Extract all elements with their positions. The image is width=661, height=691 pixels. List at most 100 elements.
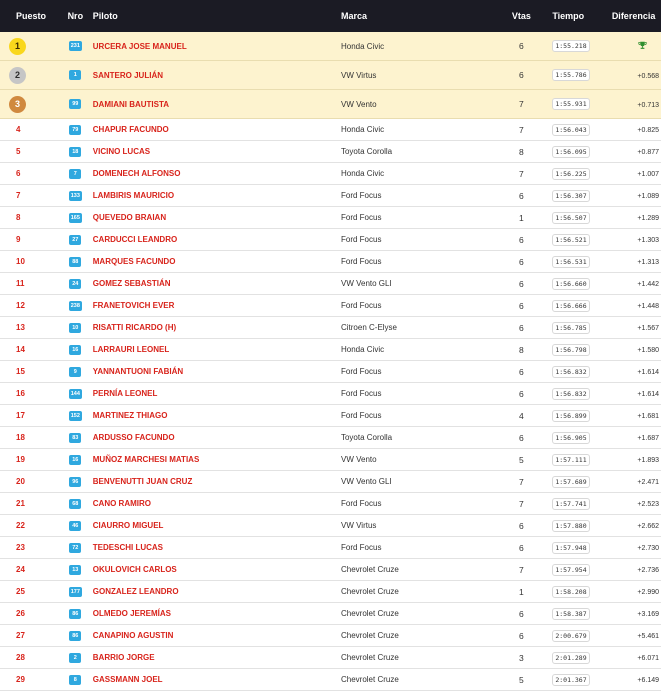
position-cell: 5: [0, 147, 58, 156]
lap-time: 1:56.660: [552, 277, 590, 290]
table-row[interactable]: 13 10 RISATTI RICARDO (H) Citroen C-Elyse 6 1…: [0, 317, 661, 339]
trophy-icon: [638, 41, 647, 52]
table-row[interactable]: 6 7 DOMENECH ALFONSO Honda Civic 7 1:56.225 +1…: [0, 163, 661, 185]
table-row[interactable]: 11 24 GOMEZ SEBASTIÁN VW Vento GLI 6 1:56.660…: [0, 273, 661, 295]
table-row[interactable]: 2 1 SANTERO JULIÁN VW Virtus 6 1:55.786 +0.568: [0, 61, 661, 90]
driver-name-link[interactable]: BENVENUTTI JUAN CRUZ: [93, 477, 193, 486]
table-row[interactable]: 3 99 DAMIANI BAUTISTA VW Vento 7 1:55.931 +0.7…: [0, 90, 661, 119]
driver-name-link[interactable]: RISATTI RICARDO (H): [93, 323, 176, 332]
car-brand: Ford Focus: [340, 389, 382, 398]
driver-name-link[interactable]: CIAURRO MIGUEL: [93, 521, 164, 530]
laps-count: 6: [519, 630, 524, 641]
header-puesto[interactable]: Puesto: [0, 11, 58, 21]
driver-name-link[interactable]: ARDUSSO FACUNDO: [93, 433, 175, 442]
table-row[interactable]: 19 16 MUÑOZ MARCHESI MATIAS VW Vento 5 1:57.1…: [0, 449, 661, 471]
table-row[interactable]: 22 46 CIAURRO MIGUEL VW Virtus 6 1:57.880 +2.6…: [0, 515, 661, 537]
laps-count: 7: [519, 564, 524, 575]
car-number-cell: 177: [58, 586, 93, 597]
header-diferencia[interactable]: Diferencia: [608, 11, 661, 21]
car-number-badge: 86: [69, 630, 82, 641]
table-row[interactable]: 7 133 LAMBIRIS MAURICIO Ford Focus 6 1:56.307…: [0, 185, 661, 207]
driver-name-link[interactable]: QUEVEDO BRAIAN: [93, 213, 166, 222]
car-number-badge: 16: [69, 454, 82, 465]
table-row[interactable]: 1 231 URCERA JOSE MANUEL Honda Civic 6 1:55.2…: [0, 32, 661, 61]
driver-name-link[interactable]: BARRIO JORGE: [93, 653, 155, 662]
driver-name-link[interactable]: DAMIANI BAUTISTA: [93, 100, 169, 109]
driver-name-link[interactable]: OLMEDO JEREMÍAS: [93, 609, 171, 618]
driver-name-link[interactable]: LAMBIRIS MAURICIO: [93, 191, 174, 200]
lap-time: 1:56.521: [552, 233, 590, 246]
header-nro[interactable]: Nro: [58, 11, 93, 21]
driver-name-link[interactable]: GONZALEZ LEANDRO: [93, 587, 179, 596]
laps-count: 6: [519, 366, 524, 377]
table-row[interactable]: 18 83 ARDUSSO FACUNDO Toyota Corolla 6 1:56.9…: [0, 427, 661, 449]
driver-cell: MARQUES FACUNDO: [93, 257, 341, 266]
lap-time-cell: 1:55.786: [550, 69, 608, 81]
header-vtas[interactable]: Vtas: [493, 11, 551, 21]
table-row[interactable]: 29 8 GASSMANN JOEL Chevrolet Cruze 5 2:01.367…: [0, 669, 661, 691]
header-tiempo[interactable]: Tiempo: [550, 11, 608, 21]
driver-name-link[interactable]: MARTINEZ THIAGO: [93, 411, 168, 420]
driver-name-link[interactable]: LARRAURI LEONEL: [93, 345, 169, 354]
table-row[interactable]: 14 16 LARRAURI LEONEL Honda Civic 8 1:56.798 +…: [0, 339, 661, 361]
table-row[interactable]: 17 152 MARTINEZ THIAGO Ford Focus 4 1:56.899 +…: [0, 405, 661, 427]
position-number: 28: [16, 653, 25, 662]
driver-name-link[interactable]: FRANETOVICH EVER: [93, 301, 175, 310]
gap-value: +1.089: [637, 193, 659, 200]
driver-name-link[interactable]: CANO RAMIRO: [93, 499, 151, 508]
driver-name-link[interactable]: GASSMANN JOEL: [93, 675, 163, 684]
driver-name-link[interactable]: SANTERO JULIÁN: [93, 71, 163, 80]
driver-cell: DOMENECH ALFONSO: [93, 169, 341, 178]
laps-count: 6: [519, 234, 524, 245]
driver-name-link[interactable]: CHAPUR FACUNDO: [93, 125, 169, 134]
table-row[interactable]: 12 238 FRANETOVICH EVER Ford Focus 6 1:56.666…: [0, 295, 661, 317]
lap-time: 1:58.208: [552, 585, 590, 598]
driver-name-link[interactable]: YANNANTUONI FABIÁN: [93, 367, 183, 376]
table-row[interactable]: 21 68 CANO RAMIRO Ford Focus 7 1:57.741 +2.523: [0, 493, 661, 515]
driver-name-link[interactable]: PERNÍA LEONEL: [93, 389, 158, 398]
car-number-badge: 7: [69, 168, 82, 179]
gap-value: +1.567: [637, 325, 659, 332]
car-brand: Ford Focus: [340, 213, 382, 222]
driver-name-link[interactable]: CANAPINO AGUSTIN: [93, 631, 174, 640]
driver-name-link[interactable]: MARQUES FACUNDO: [93, 257, 176, 266]
laps-count: 6: [519, 41, 524, 51]
position-cell: 8: [0, 213, 58, 222]
table-row[interactable]: 4 79 CHAPUR FACUNDO Honda Civic 7 1:56.043 +0.…: [0, 119, 661, 141]
position-number: 27: [16, 631, 25, 640]
driver-name-link[interactable]: GOMEZ SEBASTIÁN: [93, 279, 171, 288]
table-row[interactable]: 16 144 PERNÍA LEONEL Ford Focus 6 1:56.832 +1.…: [0, 383, 661, 405]
position-cell: 1: [0, 37, 58, 55]
driver-name-link[interactable]: DOMENECH ALFONSO: [93, 169, 181, 178]
driver-name-link[interactable]: OKULOVICH CARLOS: [93, 565, 177, 574]
driver-name-link[interactable]: TEDESCHI LUCAS: [93, 543, 163, 552]
lap-time-cell: 2:01.367: [550, 673, 608, 686]
table-row[interactable]: 5 18 VICINO LUCAS Toyota Corolla 8 1:56.095 +0…: [0, 141, 661, 163]
laps-count: 6: [519, 278, 524, 289]
lap-time-cell: 1:58.208: [550, 585, 608, 598]
table-row[interactable]: 15 9 YANNANTUONI FABIÁN Ford Focus 6 1:56.832…: [0, 361, 661, 383]
header-piloto[interactable]: Piloto: [93, 11, 341, 21]
driver-name-link[interactable]: VICINO LUCAS: [93, 147, 150, 156]
table-row[interactable]: 8 165 QUEVEDO BRAIAN Ford Focus 1 1:56.507 +1.…: [0, 207, 661, 229]
table-row[interactable]: 26 86 OLMEDO JEREMÍAS Chevrolet Cruze 6 1:58.…: [0, 603, 661, 625]
driver-name-link[interactable]: CARDUCCI LEANDRO: [93, 235, 177, 244]
car-number-cell: 96: [58, 476, 93, 487]
driver-name-link[interactable]: MUÑOZ MARCHESI MATIAS: [93, 455, 200, 464]
table-row[interactable]: 24 13 OKULOVICH CARLOS Chevrolet Cruze 7 1:57…: [0, 559, 661, 581]
driver-name-link[interactable]: URCERA JOSE MANUEL: [93, 42, 187, 51]
gap-cell: +1.687: [608, 433, 661, 442]
gap-value: +0.825: [637, 127, 659, 134]
table-row[interactable]: 9 27 CARDUCCI LEANDRO Ford Focus 6 1:56.521 +1…: [0, 229, 661, 251]
table-row[interactable]: 25 177 GONZALEZ LEANDRO Chevrolet Cruze 1 1:5…: [0, 581, 661, 603]
lap-time-cell: 1:57.689: [550, 475, 608, 488]
car-number-badge: 88: [69, 256, 82, 267]
table-row[interactable]: 23 72 TEDESCHI LUCAS Ford Focus 6 1:57.948 +2.…: [0, 537, 661, 559]
driver-cell: CHAPUR FACUNDO: [93, 125, 341, 134]
table-row[interactable]: 20 96 BENVENUTTI JUAN CRUZ VW Vento GLI 7 1:5…: [0, 471, 661, 493]
table-row[interactable]: 10 88 MARQUES FACUNDO Ford Focus 6 1:56.531 +1…: [0, 251, 661, 273]
driver-cell: PERNÍA LEONEL: [93, 389, 341, 398]
laps-count: 7: [519, 498, 524, 509]
header-marca[interactable]: Marca: [341, 11, 493, 21]
table-row[interactable]: 27 86 CANAPINO AGUSTIN Chevrolet Cruze 6 2:00…: [0, 625, 661, 647]
